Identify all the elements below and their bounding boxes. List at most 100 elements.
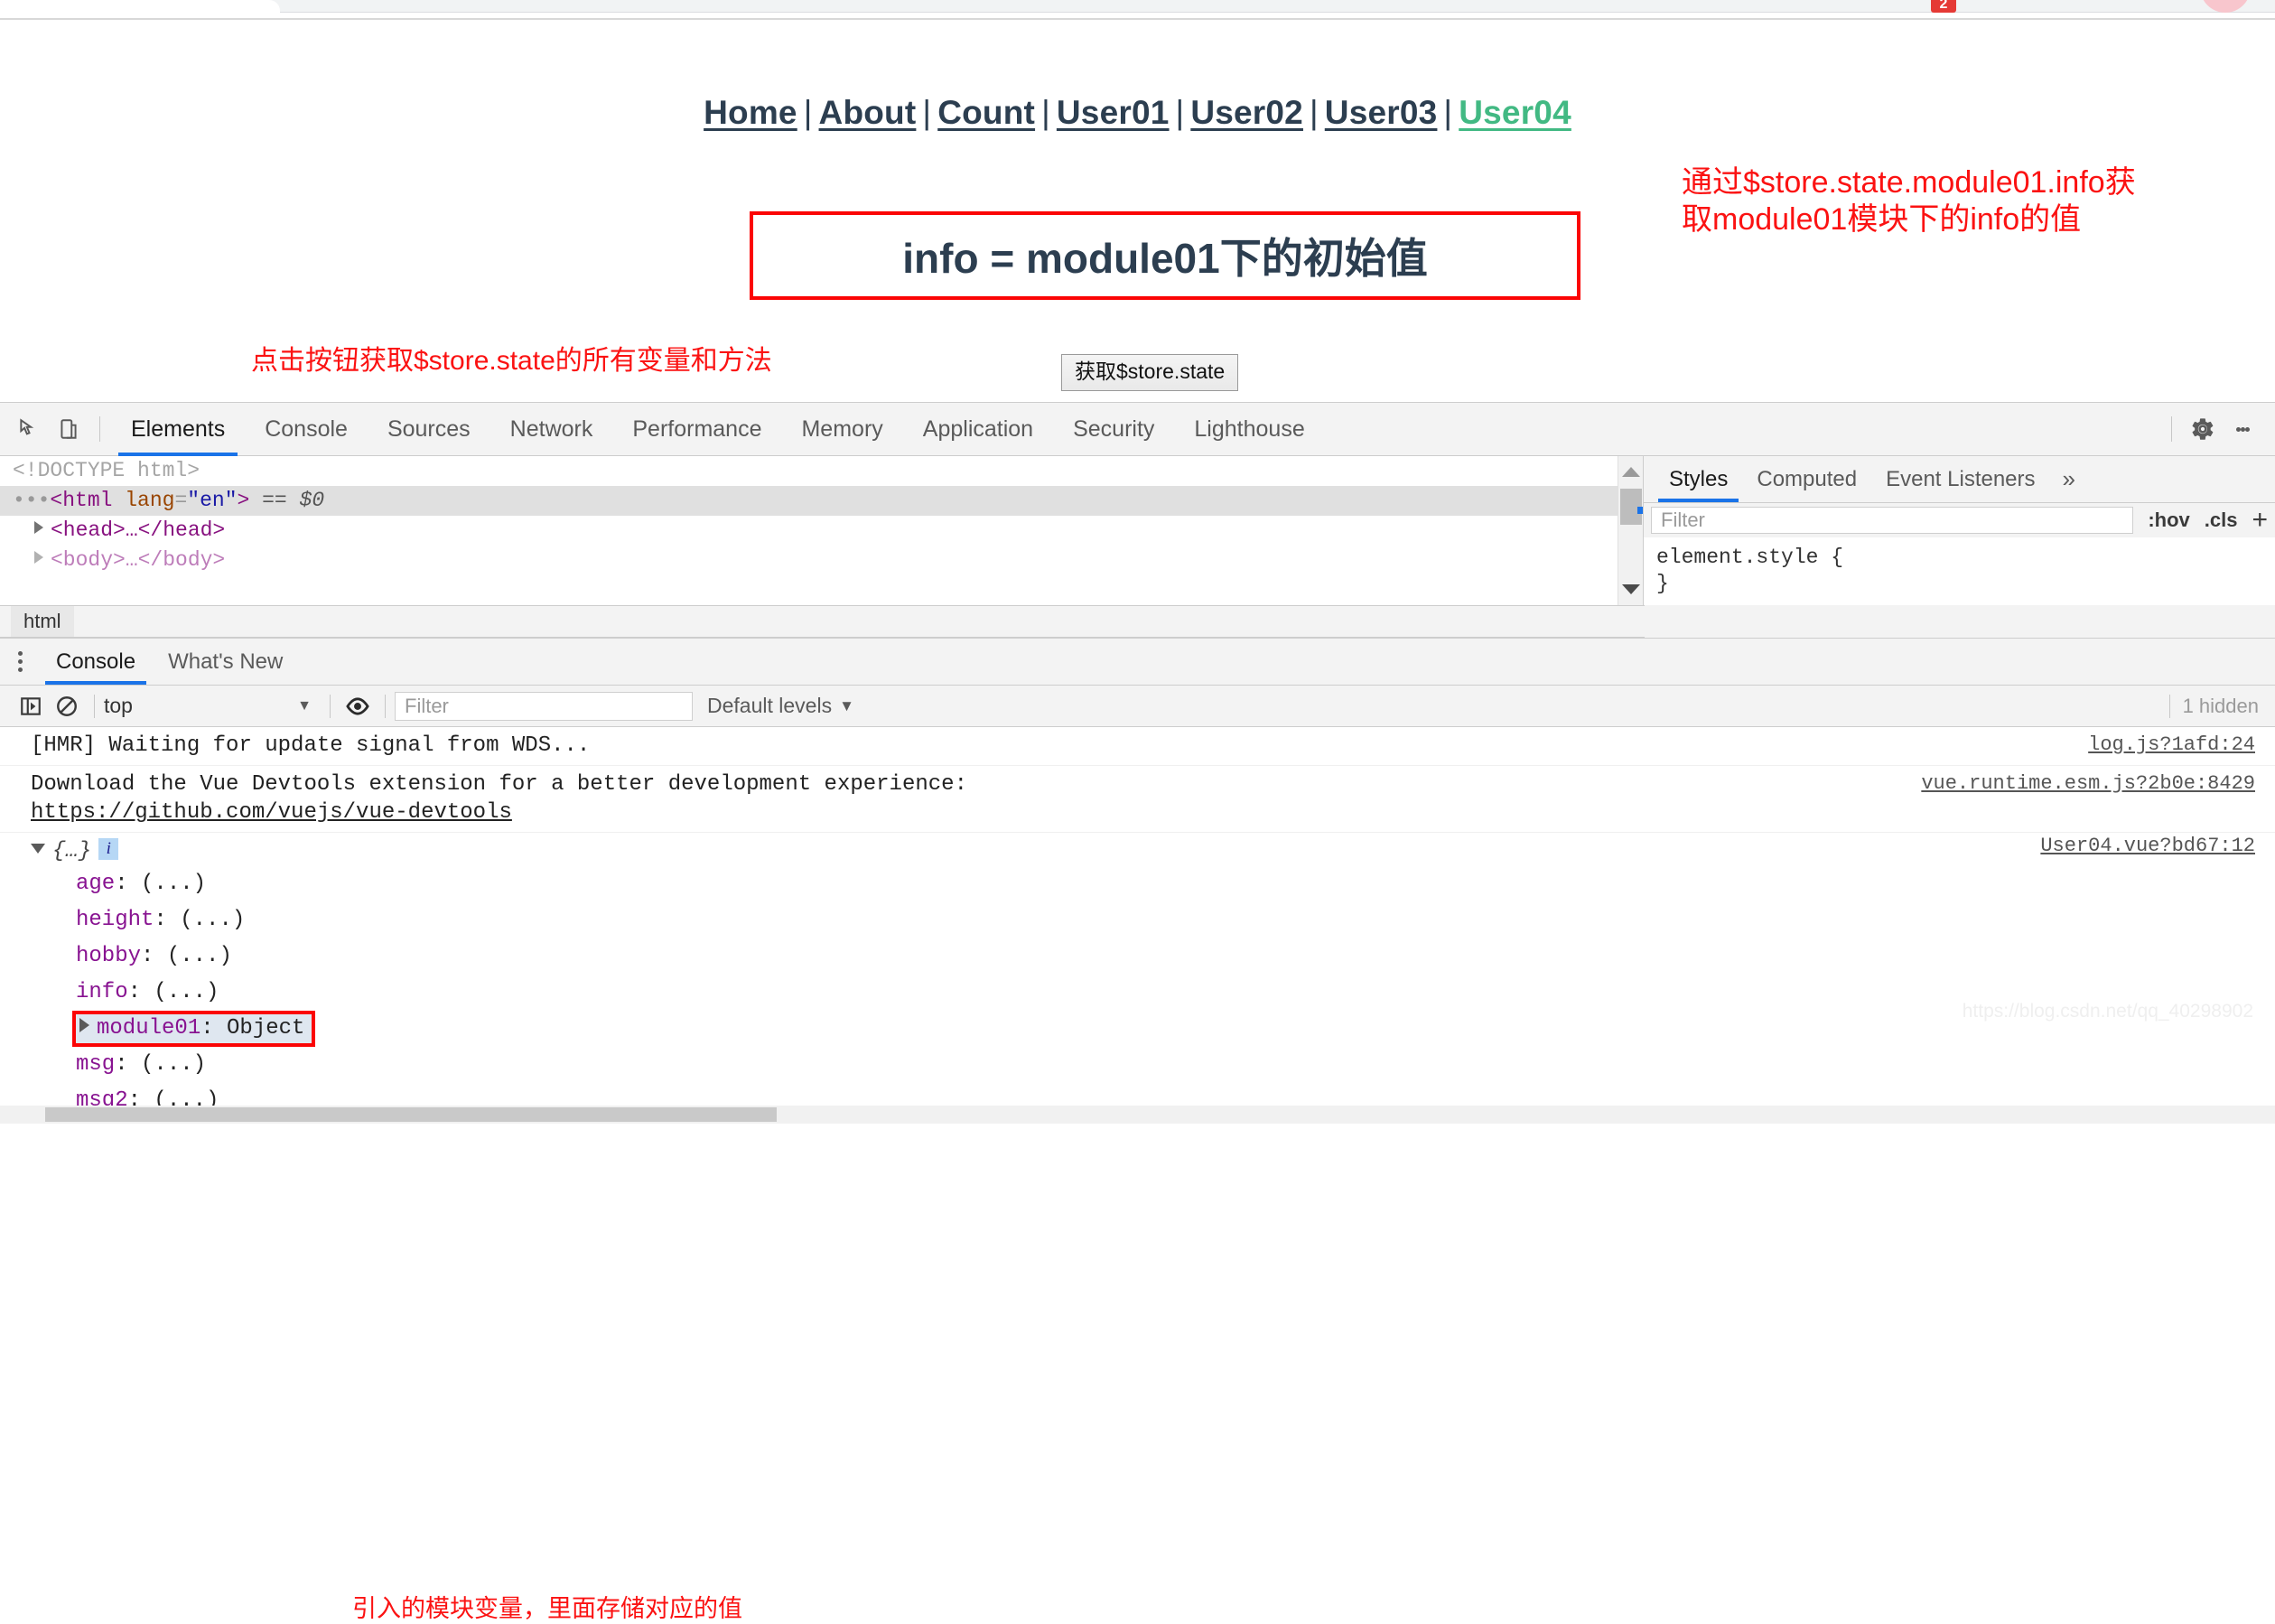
chevron-down-icon: ▼ bbox=[297, 697, 312, 714]
nav-link-user01[interactable]: User01 bbox=[1057, 94, 1170, 131]
info-icon[interactable]: i bbox=[98, 838, 119, 861]
web-page-viewport: Home | About | Count | User01 | User02 | User03 | Us… bbox=[0, 20, 2275, 402]
tab-security[interactable]: Security bbox=[1053, 403, 1174, 456]
clear-console-icon[interactable] bbox=[49, 688, 85, 724]
dom-scrollbar[interactable] bbox=[1618, 456, 1643, 605]
console-object-message[interactable]: {…} i User04.vue?bd67:12 age: (...) heigh… bbox=[0, 833, 2275, 1124]
dom-row-doctype[interactable]: <!DOCTYPE html> bbox=[0, 456, 1643, 486]
inspect-element-icon[interactable] bbox=[9, 409, 49, 449]
console-filter-input[interactable]: Filter bbox=[395, 691, 693, 721]
class-editor-button[interactable]: .cls bbox=[2205, 509, 2238, 532]
nav-link-about[interactable]: About bbox=[819, 94, 917, 131]
tab-lighthouse[interactable]: Lighthouse bbox=[1174, 403, 1324, 456]
toolbar-divider bbox=[99, 416, 100, 442]
elements-panel: <!DOCTYPE html> •••<html lang="en"> == $… bbox=[0, 456, 2275, 605]
tab-memory[interactable]: Memory bbox=[781, 403, 902, 456]
tab-event-listeners[interactable]: Event Listeners bbox=[1871, 456, 2049, 502]
more-tabs-icon[interactable]: » bbox=[2050, 456, 2088, 502]
hover-state-button[interactable]: :hov bbox=[2148, 509, 2189, 532]
breadcrumb-item-html[interactable]: html bbox=[11, 606, 74, 637]
drawer-tab-whats-new[interactable]: What's New bbox=[152, 639, 299, 685]
nav-separator: | bbox=[922, 94, 932, 131]
object-property-row[interactable]: info: (...) bbox=[31, 975, 2275, 1011]
console-sidebar-toggle-icon[interactable] bbox=[13, 688, 49, 724]
object-property-row[interactable]: age: (...) bbox=[31, 866, 2275, 902]
object-property-row[interactable]: hobby: (...) bbox=[31, 938, 2275, 975]
expand-arrow-icon[interactable] bbox=[34, 551, 43, 564]
get-store-state-button[interactable]: 获取$store.state bbox=[1061, 354, 1239, 391]
nav-link-user04[interactable]: User04 bbox=[1459, 94, 1571, 131]
scroll-down-arrow-icon[interactable] bbox=[1622, 584, 1640, 594]
styles-filter-input[interactable]: Filter bbox=[1651, 507, 2134, 534]
log-level-selector[interactable]: Default levels ▼ bbox=[707, 694, 854, 718]
styles-tab-strip: Styles Computed Event Listeners » bbox=[1644, 456, 2275, 503]
browser-active-tab[interactable] bbox=[0, 0, 280, 13]
nav-link-home[interactable]: Home bbox=[704, 94, 797, 131]
property-value-text: (...) bbox=[166, 943, 232, 968]
gear-icon[interactable] bbox=[2183, 409, 2223, 449]
collapse-arrow-icon[interactable] bbox=[31, 844, 45, 854]
dom-tree[interactable]: <!DOCTYPE html> •••<html lang="en"> == $… bbox=[0, 456, 1644, 605]
tab-computed[interactable]: Computed bbox=[1742, 456, 1871, 502]
nav-link-count[interactable]: Count bbox=[937, 94, 1035, 131]
nav-link-user02[interactable]: User02 bbox=[1190, 94, 1303, 131]
kebab-dot bbox=[17, 667, 23, 672]
property-key: height bbox=[76, 907, 154, 932]
object-property-row-module01[interactable]: module01: Object bbox=[31, 1010, 2275, 1047]
property-value-text: (...) bbox=[154, 979, 219, 1004]
console-message-link[interactable]: https://github.com/vuejs/vue-devtools bbox=[31, 798, 2275, 827]
tab-elements[interactable]: Elements bbox=[111, 403, 245, 456]
dom-row-head[interactable]: <head>…</head> bbox=[0, 516, 1643, 546]
dom-row-html[interactable]: •••<html lang="en"> == $0 bbox=[0, 486, 1643, 516]
drawer-tab-console[interactable]: Console bbox=[40, 639, 152, 685]
drawer-more-options-icon[interactable] bbox=[0, 639, 40, 685]
property-value: : bbox=[154, 907, 181, 932]
console-message-list: [HMR] Waiting for update signal from WDS… bbox=[0, 727, 2275, 1124]
device-toolbar-icon[interactable] bbox=[49, 409, 89, 449]
tab-sources[interactable]: Sources bbox=[368, 403, 490, 456]
html-attr-value: "en" bbox=[187, 489, 238, 512]
new-style-rule-icon[interactable]: + bbox=[2252, 505, 2268, 536]
info-title-box: info = module01下的初始值 bbox=[750, 211, 1580, 300]
html-attr-name: lang bbox=[125, 489, 175, 512]
styles-action-group: :hov .cls + bbox=[2133, 505, 2268, 536]
element-style-selector[interactable]: element.style { bbox=[1656, 545, 2275, 571]
object-property-row[interactable]: msg: (...) bbox=[31, 1047, 2275, 1083]
annotation-line-2: 取module01模块下的info的值 bbox=[1682, 202, 2082, 238]
console-drawer: Console What's New top ▼ Filter Default … bbox=[0, 638, 2275, 1622]
tab-network[interactable]: Network bbox=[490, 403, 613, 456]
more-options-icon[interactable] bbox=[2223, 409, 2262, 449]
console-horizontal-scrollbar[interactable] bbox=[0, 1105, 2275, 1124]
console-message[interactable]: [HMR] Waiting for update signal from WDS… bbox=[0, 727, 2275, 766]
tab-performance[interactable]: Performance bbox=[612, 403, 781, 456]
console-message-source[interactable]: User04.vue?bd67:12 bbox=[2040, 833, 2255, 859]
tab-application[interactable]: Application bbox=[903, 403, 1053, 456]
tab-console[interactable]: Console bbox=[245, 403, 368, 456]
kebab-dot bbox=[2235, 426, 2241, 432]
object-header[interactable]: {…} i User04.vue?bd67:12 bbox=[31, 835, 2275, 866]
module01-highlight-box[interactable]: module01: Object bbox=[72, 1010, 316, 1047]
tab-styles[interactable]: Styles bbox=[1655, 456, 1742, 502]
property-key: hobby bbox=[76, 943, 142, 968]
expand-arrow-icon[interactable] bbox=[34, 521, 43, 534]
nav-link-user03[interactable]: User03 bbox=[1325, 94, 1438, 131]
devtools-panel: Elements Console Sources Network Perform… bbox=[0, 402, 2275, 1622]
property-value: : bbox=[115, 1051, 142, 1077]
property-value: : bbox=[127, 979, 154, 1004]
scroll-up-arrow-icon[interactable] bbox=[1622, 467, 1640, 477]
scrollbar-thumb[interactable] bbox=[45, 1106, 777, 1122]
dom-row-body-partial[interactable]: <body>…</body> bbox=[0, 546, 1643, 575]
object-property-row[interactable]: height: (...) bbox=[31, 902, 2275, 938]
context-selector[interactable]: top ▼ bbox=[104, 694, 321, 718]
console-message[interactable]: Download the Vue Devtools extension for … bbox=[0, 766, 2275, 834]
styles-panel: Styles Computed Event Listeners » Filter… bbox=[1644, 456, 2275, 605]
expand-arrow-icon[interactable] bbox=[79, 1017, 89, 1032]
nav-separator: | bbox=[1309, 94, 1319, 131]
property-value: : bbox=[200, 1015, 228, 1041]
live-expression-eye-icon[interactable] bbox=[340, 688, 376, 724]
devtools-tab-strip: Elements Console Sources Network Perform… bbox=[111, 403, 1325, 456]
console-message-source[interactable]: vue.runtime.esm.js?2b0e:8429 bbox=[1921, 770, 2255, 797]
page-title: info = module01下的初始值 bbox=[902, 235, 1428, 282]
console-message-source[interactable]: log.js?1afd:24 bbox=[2088, 732, 2255, 758]
site-nav: Home | About | Count | User01 | User02 | User03 | Us… bbox=[0, 94, 2275, 132]
